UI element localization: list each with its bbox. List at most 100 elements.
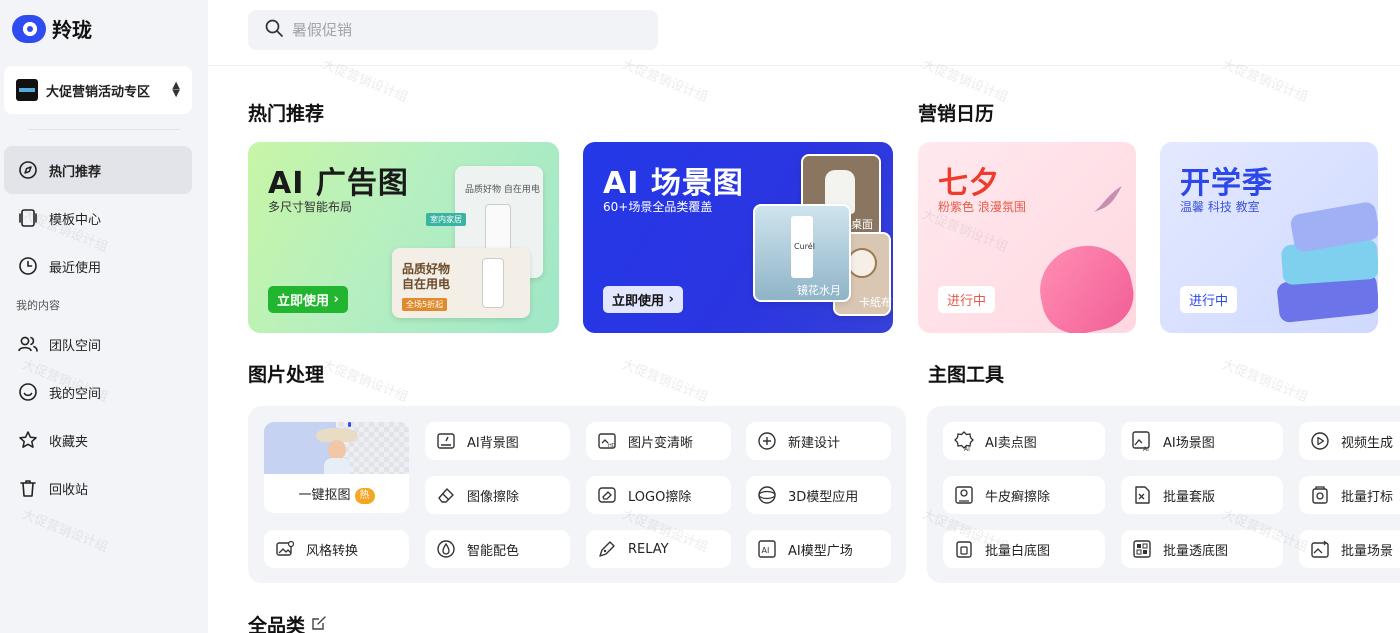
tool-batch-scene[interactable]: 批量场景 xyxy=(1299,530,1400,568)
tool-batch-transparent-bg[interactable]: 批量透底图 xyxy=(1121,530,1283,568)
sidebar-item-hot[interactable]: 热门推荐 xyxy=(4,146,192,194)
tool-psoriasis-erase[interactable]: 牛皮癣擦除 xyxy=(943,476,1105,514)
banner-title: AI 广告图 xyxy=(268,166,409,201)
banner-subtitle: 多尺寸智能布局 xyxy=(268,200,353,214)
use-now-button[interactable]: 立即使用 › xyxy=(268,286,348,313)
image-processing-panel: 一键抠图热 AI背景图 HD 图片变清晰 新建设计 图像擦除 LOGO擦除 3D… xyxy=(248,406,906,583)
ai-scene-icon: AI xyxy=(1131,430,1153,452)
tool-label: 新建设计 xyxy=(788,435,841,451)
eraser-icon xyxy=(435,484,457,506)
use-now-button[interactable]: 立即使用 › xyxy=(603,286,683,313)
batch-tag-icon xyxy=(1309,484,1331,506)
tool-image-sharpen[interactable]: HD 图片变清晰 xyxy=(586,422,731,460)
calendar-title: 开学季 xyxy=(1180,166,1273,201)
watch-shape xyxy=(847,248,877,278)
calendar-card-school[interactable]: 开学季 温馨 科技 教室 进行中 xyxy=(1160,142,1378,333)
sidebar-divider xyxy=(28,129,180,130)
app-logo[interactable]: 羚珑 xyxy=(12,14,92,43)
tool-one-click-cutout[interactable]: 一键抠图热 xyxy=(264,422,409,513)
tool-smart-color[interactable]: 智能配色 xyxy=(425,530,570,568)
svg-text:HD: HD xyxy=(608,443,616,449)
use-now-label: 立即使用 xyxy=(277,294,330,309)
palette-drop-icon xyxy=(435,538,457,560)
tool-logo-erase[interactable]: LOGO擦除 xyxy=(586,476,731,514)
sidebar-item-my-space[interactable]: 我的空间 xyxy=(4,368,192,416)
search-input[interactable] xyxy=(292,21,632,39)
sidebar-item-label: 模板中心 xyxy=(49,212,102,228)
product-card-headline: 品质好物 自在用电 xyxy=(402,262,450,292)
scene-tag-mirror: 镜花水月 xyxy=(797,284,841,297)
sidebar-item-team-space[interactable]: 团队空间 xyxy=(4,320,192,368)
body-shape xyxy=(324,458,350,474)
transparent-bg-icon xyxy=(1131,538,1153,560)
video-play-icon xyxy=(1309,430,1331,452)
tool-label: 风格转换 xyxy=(306,543,359,559)
status-badge: 进行中 xyxy=(938,286,996,313)
tool-batch-tag[interactable]: 批量打标 xyxy=(1299,476,1400,514)
tool-label: AI场景图 xyxy=(1163,435,1215,451)
tool-batch-template[interactable]: 批量套版 xyxy=(1121,476,1283,514)
section-title-main-image-tools: 主图工具 xyxy=(928,364,1005,386)
tool-batch-white-bg[interactable]: 批量白底图 xyxy=(943,530,1105,568)
banner-ai-scene[interactable]: AI 场景图 60+场景全品类覆盖 桌面 卡纸布 Curél 镜花水月 立即使用… xyxy=(583,142,893,333)
app-root: 羚珑 大促营销活动专区 ▲ ▼ 热门推荐 模板中心 最近使用 我的内容 团队空间… xyxy=(0,0,1400,633)
sidebar-item-templates[interactable]: 模板中心 xyxy=(4,194,192,242)
air-cooler-shape xyxy=(482,258,504,308)
tool-label: 牛皮癣擦除 xyxy=(985,489,1051,505)
scene-tag-card: 卡纸布 xyxy=(859,296,892,309)
hot-badge: 热 xyxy=(354,488,375,504)
product-tag: 室内家居 xyxy=(426,213,466,226)
tool-label: RELAY xyxy=(628,541,669,557)
edit-icon[interactable] xyxy=(311,614,327,633)
sidebar-item-label: 热门推荐 xyxy=(49,164,102,180)
tool-ai-background[interactable]: AI背景图 xyxy=(425,422,570,460)
calendar-subtitle: 粉紫色 浪漫氛围 xyxy=(938,200,1026,214)
section-title-hot: 热门推荐 xyxy=(248,103,325,125)
app-name: 羚珑 xyxy=(52,18,92,42)
tool-label: AI模型广场 xyxy=(788,543,853,559)
template-icon xyxy=(17,207,39,229)
logo-mark-icon xyxy=(12,14,46,43)
banner-title: AI 场景图 xyxy=(603,166,744,201)
tool-ai-selling-point[interactable]: AI AI卖点图 xyxy=(943,422,1105,460)
sidebar-item-recent[interactable]: 最近使用 xyxy=(4,242,192,290)
banner-ai-ad[interactable]: AI 广告图 多尺寸智能布局 品质好物 自在用电 室内家居 品质好物 自在用电 全… xyxy=(248,142,559,333)
calendar-subtitle: 温馨 科技 教室 xyxy=(1180,200,1260,214)
tool-label: AI卖点图 xyxy=(985,435,1037,451)
tool-label: 批量透底图 xyxy=(1163,543,1229,559)
tool-label: AI背景图 xyxy=(467,435,519,451)
compass-icon xyxy=(17,159,39,181)
tool-label: 批量场景 xyxy=(1341,543,1394,559)
svg-text:AI: AI xyxy=(964,446,970,452)
space-selector[interactable]: 大促营销活动专区 ▲ ▼ xyxy=(4,66,192,114)
tool-image-erase[interactable]: 图像擦除 xyxy=(425,476,570,514)
tool-label: 批量套版 xyxy=(1163,489,1216,505)
tool-ai-scene[interactable]: AI AI场景图 xyxy=(1121,422,1283,460)
tool-style-transfer[interactable]: 风格转换 xyxy=(264,530,409,568)
use-now-label: 立即使用 xyxy=(612,294,665,309)
sidebar-item-trash[interactable]: 回收站 xyxy=(4,464,192,512)
tool-3d-model[interactable]: 3D模型应用 xyxy=(746,476,891,514)
cutout-preview-image xyxy=(264,422,409,474)
sort-updown-icon: ▲ ▼ xyxy=(172,80,180,99)
tool-new-design[interactable]: 新建设计 xyxy=(746,422,891,460)
tool-relay[interactable]: RELAY xyxy=(586,530,731,568)
tool-label: 图片变清晰 xyxy=(628,435,694,451)
sidebar-item-label: 最近使用 xyxy=(49,260,102,276)
tool-ai-model-plaza[interactable]: AI AI模型广场 xyxy=(746,530,891,568)
search-box[interactable] xyxy=(248,10,658,50)
all-categories-label: 全品类 xyxy=(248,615,306,633)
my-content-label: 我的内容 xyxy=(16,299,60,312)
tool-label: 批量打标 xyxy=(1341,489,1394,505)
sidebar-item-label: 我的空间 xyxy=(49,386,102,402)
watermark: 大促营销设计组 xyxy=(619,357,710,406)
calendar-card-qixi[interactable]: 七夕 粉紫色 浪漫氛围 进行中 xyxy=(918,142,1136,333)
product-headline-line1: 品质好物 xyxy=(402,262,451,276)
tool-label: 视频生成 xyxy=(1341,435,1394,451)
product-card-text: 品质好物 自在用电 xyxy=(465,185,540,195)
sidebar-item-favorites[interactable]: 收藏夹 xyxy=(4,416,192,464)
plus-circle-icon xyxy=(756,430,778,452)
tool-label: LOGO擦除 xyxy=(628,489,692,505)
tool-video-generate[interactable]: 视频生成 xyxy=(1299,422,1400,460)
sidebar: 羚珑 大促营销活动专区 ▲ ▼ 热门推荐 模板中心 最近使用 我的内容 团队空间… xyxy=(0,0,208,633)
